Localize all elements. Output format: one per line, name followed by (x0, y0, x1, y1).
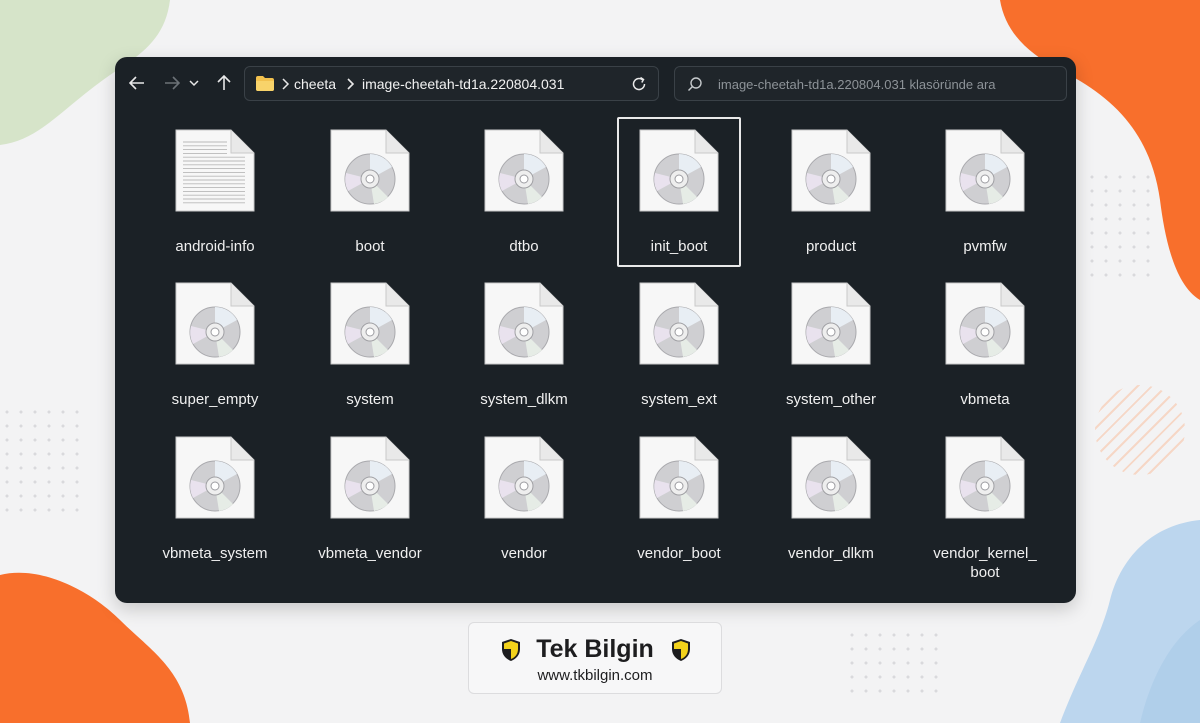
brand-url[interactable]: www.tkbilgin.com (469, 667, 721, 684)
file-name-label: vendor_boot (637, 545, 721, 562)
file-item[interactable]: vendor (462, 424, 586, 574)
disc-image-icon (945, 129, 1025, 212)
stripe-pattern (1095, 385, 1185, 475)
file-name-label: vbmeta_system (162, 545, 268, 562)
search-icon (687, 77, 702, 92)
file-name-label: vendor_dlkm (788, 545, 874, 562)
search-box[interactable]: image-cheetah-td1a.220804.031 klasöründe… (674, 66, 1067, 101)
disc-image-icon (330, 282, 410, 365)
disc-image-icon (791, 436, 871, 519)
chevron-down-icon (189, 80, 199, 87)
address-bar[interactable]: cheeta image-cheetah-td1a.220804.031 (244, 66, 659, 101)
file-item[interactable]: android-info (153, 117, 277, 267)
file-name-label: boot (355, 238, 385, 255)
brand-badge: Tek Bilgin www.tkbilgin.com (468, 622, 722, 694)
file-name-label: init_boot (650, 238, 708, 255)
file-name-label: system_ext (641, 391, 717, 408)
breadcrumb-item[interactable]: image-cheetah-td1a.220804.031 (362, 76, 564, 92)
file-item[interactable]: pvmfw (923, 117, 1047, 267)
file-item[interactable]: system_dlkm (462, 270, 586, 420)
file-name-label: system_dlkm (480, 391, 568, 408)
file-item[interactable]: vendor_kernel_ boot (923, 424, 1047, 581)
file-item[interactable]: system_ext (617, 270, 741, 420)
file-name-label: pvmfw (963, 238, 1007, 255)
refresh-icon[interactable] (630, 75, 648, 93)
disc-image-icon (639, 129, 719, 212)
file-item[interactable]: boot (308, 117, 432, 267)
file-name-label: super_empty (171, 391, 259, 408)
text-file-icon (175, 129, 255, 212)
file-explorer-window: cheeta image-cheetah-td1a.220804.031 ima… (115, 57, 1076, 603)
breadcrumb-item[interactable]: cheeta (294, 76, 336, 92)
arrow-up-icon (217, 75, 231, 90)
search-input[interactable]: image-cheetah-td1a.220804.031 klasöründe… (718, 77, 996, 92)
disc-image-icon (484, 436, 564, 519)
disc-image-icon (484, 282, 564, 365)
shield-icon (672, 639, 690, 661)
up-button[interactable] (213, 71, 235, 95)
file-item[interactable]: vbmeta (923, 270, 1047, 420)
file-name-label: dtbo (509, 238, 539, 255)
file-name-label: vbmeta_vendor (318, 545, 422, 562)
arrow-left-icon (129, 76, 144, 90)
file-item[interactable]: vendor_boot (617, 424, 741, 574)
file-name-label: vendor (501, 545, 547, 562)
file-item[interactable]: super_empty (153, 270, 277, 420)
file-item[interactable]: system (308, 270, 432, 420)
arrow-right-icon (165, 76, 180, 90)
file-item[interactable]: dtbo (462, 117, 586, 267)
dot-pattern (0, 405, 80, 515)
recent-locations-button[interactable] (187, 71, 201, 95)
disc-image-icon (330, 436, 410, 519)
chevron-right-icon (282, 78, 290, 90)
disc-image-icon (791, 282, 871, 365)
disc-image-icon (945, 436, 1025, 519)
dot-pattern (845, 628, 945, 698)
disc-image-icon (945, 282, 1025, 365)
file-name-label: system_other (785, 391, 877, 408)
disc-image-icon (330, 129, 410, 212)
disc-image-icon (639, 436, 719, 519)
explorer-toolbar: cheeta image-cheetah-td1a.220804.031 ima… (115, 57, 1076, 109)
chevron-right-icon (347, 78, 355, 90)
forward-button[interactable] (161, 71, 183, 95)
back-button[interactable] (126, 71, 148, 95)
file-item[interactable]: init_boot (617, 117, 741, 267)
file-item[interactable]: vendor_dlkm (769, 424, 893, 574)
file-name-label: vbmeta (960, 391, 1010, 408)
file-name-label: product (805, 238, 857, 255)
folder-icon (256, 76, 274, 91)
disc-image-icon (791, 129, 871, 212)
dot-pattern (1085, 170, 1155, 280)
file-item[interactable]: vbmeta_vendor (308, 424, 432, 574)
file-name-label: android-info (175, 238, 255, 255)
disc-image-icon (639, 282, 719, 365)
file-item[interactable]: product (769, 117, 893, 267)
file-item[interactable]: system_other (769, 270, 893, 420)
file-item[interactable]: vbmeta_system (153, 424, 277, 574)
disc-image-icon (175, 436, 255, 519)
disc-image-icon (175, 282, 255, 365)
disc-image-icon (484, 129, 564, 212)
file-name-label: system (346, 391, 394, 408)
file-name-label: vendor_kernel_ boot (933, 545, 1037, 581)
